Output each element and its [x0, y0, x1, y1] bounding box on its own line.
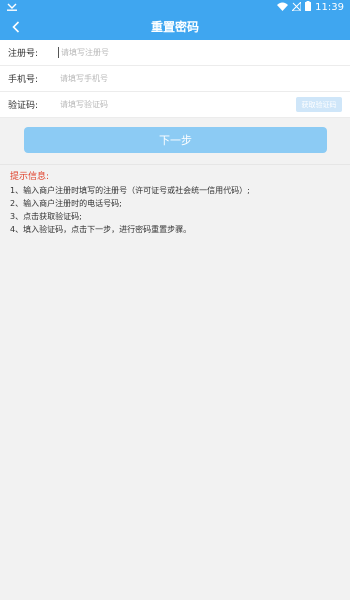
- phone-number-label: 手机号:: [8, 75, 39, 85]
- verification-code-label: 验证码:: [8, 101, 39, 111]
- page-title: 重置密码: [150, 20, 199, 34]
- back-button[interactable]: [4, 14, 28, 40]
- status-time: 11:39: [315, 1, 344, 13]
- tip-item: 1、输入商户注册时填写的注册号（许可证号或社会统一信用代码）;: [10, 186, 250, 195]
- download-icon: [6, 2, 18, 12]
- registration-number-row: 注册号:: [0, 40, 350, 66]
- phone-number-row: 手机号:: [0, 66, 350, 92]
- status-bar: 11:39: [0, 0, 350, 14]
- tip-item: 2、输入商户注册时的电话号码;: [10, 199, 122, 208]
- reset-form: 注册号: 手机号: 验证码: 获取验证码: [0, 40, 350, 118]
- wifi-icon: [277, 2, 289, 14]
- verification-code-row: 验证码: 获取验证码: [0, 92, 350, 118]
- phone-number-input[interactable]: [58, 68, 350, 89]
- divider: [0, 164, 350, 165]
- title-bar: 重置密码: [0, 14, 350, 40]
- tips-section: 提示信息: 1、输入商户注册时填写的注册号（许可证号或社会统一信用代码）; 2、…: [10, 171, 345, 236]
- next-button[interactable]: 下一步: [24, 127, 327, 153]
- chevron-left-icon: [12, 18, 20, 37]
- tip-item: 3、点击获取验证码;: [10, 212, 82, 221]
- registration-number-input[interactable]: [58, 47, 350, 58]
- battery-icon: [305, 1, 312, 14]
- app-header: 11:39 重置密码: [0, 0, 350, 40]
- status-icons: 11:39: [277, 0, 344, 14]
- get-code-button[interactable]: 获取验证码: [296, 97, 342, 112]
- tips-title: 提示信息:: [10, 172, 50, 182]
- registration-number-label: 注册号:: [8, 49, 39, 59]
- no-signal-icon: [290, 0, 302, 14]
- tip-item: 4、填入验证码，点击下一步，进行密码重置步骤。: [10, 225, 192, 234]
